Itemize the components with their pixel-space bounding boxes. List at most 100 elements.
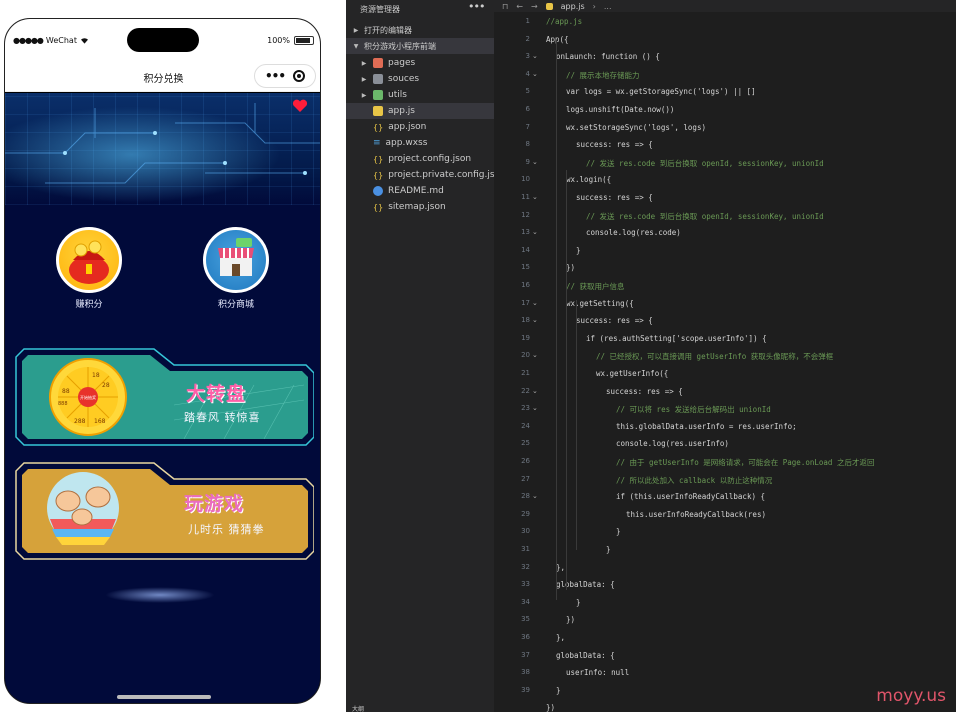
code-line[interactable]: } — [556, 686, 561, 695]
code-line[interactable]: } — [576, 598, 581, 607]
code-line[interactable]: userInfo: null — [566, 668, 629, 677]
code-line[interactable]: } — [576, 246, 581, 255]
fold-chevron-icon[interactable]: ⌄ — [532, 52, 538, 60]
tree-item-readme[interactable]: README.md — [346, 183, 494, 199]
tree-item-pages[interactable]: ▶ pages — [346, 55, 494, 71]
chevron-right-icon: ▶ — [361, 75, 367, 83]
chevron-right-icon: ▶ — [353, 26, 359, 34]
tree-item-utils[interactable]: ▶ utils — [346, 87, 494, 103]
code-line[interactable]: wx.getUserInfo({ — [596, 369, 668, 378]
code-line[interactable]: } — [616, 527, 621, 536]
code-line[interactable]: // 所以此处加入 callback 以防止这种情况 — [616, 475, 772, 486]
code-line[interactable]: success: res => { — [606, 387, 683, 396]
code-line[interactable]: // 发送 res.code 到后台换取 openId, sessionKey,… — [586, 158, 824, 169]
code-line[interactable]: // 发送 res.code 到后台换取 openId, sessionKey,… — [586, 211, 824, 222]
code-area[interactable]: 1//app.js 2 App({3 ⌄ onLaunch: function () {… — [494, 0, 956, 712]
red-envelope-icon[interactable] — [56, 227, 122, 293]
nav-bar: 积分兑换 ••• — [5, 63, 320, 92]
code-line[interactable]: App({ — [546, 35, 569, 44]
tree-item-app-json[interactable]: {} app.json — [346, 119, 494, 135]
explorer-title: 资源管理器 — [360, 5, 400, 14]
code-line[interactable]: globalData: { — [556, 651, 615, 660]
outline-section[interactable]: 大纲 — [346, 704, 494, 712]
fold-chevron-icon[interactable]: ⌄ — [532, 316, 538, 324]
close-mini-program-icon[interactable] — [292, 70, 305, 82]
code-line[interactable]: globalData: { — [556, 580, 615, 589]
tree-item-label: app.js — [388, 106, 415, 116]
fold-chevron-icon[interactable]: ⌄ — [532, 492, 538, 500]
prize-wheel-card[interactable]: 开始抽奖 18 28 88 888 288 168 大转盘 踏春风 转惊喜 — [14, 345, 314, 449]
line-number: 8 — [525, 140, 530, 149]
points-mall-label: 积分商城 — [217, 300, 254, 310]
code-line[interactable]: // 由于 getUserInfo 是网络请求，可能会在 Page.onLoad… — [616, 457, 874, 468]
line-number: 13 — [521, 228, 530, 237]
tree-item-app-js[interactable]: app.js — [346, 103, 494, 119]
code-line[interactable]: if (this.userInfoReadyCallback) { — [616, 492, 765, 501]
play-game-subtitle: 儿时乐 猜猜拳 — [188, 523, 265, 536]
mini-program-capsule[interactable]: ••• — [254, 64, 316, 88]
tree-item-souces[interactable]: ▶ souces — [346, 71, 494, 87]
fold-chevron-icon[interactable]: ⌄ — [532, 299, 538, 307]
code-line[interactable]: var logs = wx.getStorageSync('logs') || … — [566, 87, 756, 96]
fold-chevron-icon[interactable]: ⌄ — [532, 228, 538, 236]
code-line[interactable]: console.log(res.code) — [586, 228, 681, 237]
play-game-card[interactable]: 玩游戏 儿时乐 猜猜拳 — [14, 459, 314, 563]
explorer-more-icon[interactable]: ••• — [468, 0, 485, 13]
code-line[interactable]: this.globalData.userInfo = res.userInfo; — [616, 422, 797, 431]
code-line[interactable]: this.userInfoReadyCallback(res) — [626, 510, 766, 519]
line-number: 10 — [521, 175, 530, 184]
code-line[interactable]: success: res => { — [576, 193, 653, 202]
code-line[interactable]: }, — [556, 563, 565, 572]
tree-item-label: utils — [388, 90, 407, 100]
more-icon[interactable]: ••• — [265, 69, 286, 83]
chevron-right-icon: ▶ — [361, 91, 367, 99]
folder-icon — [373, 90, 383, 100]
code-line[interactable]: // 展示本地存储能力 — [566, 70, 640, 81]
open-editors-section[interactable]: ▶ 打开的编辑器 — [346, 22, 494, 38]
line-number: 16 — [521, 281, 530, 289]
code-line[interactable]: success: res => { — [576, 316, 653, 325]
code-line[interactable]: } — [606, 545, 611, 554]
code-line[interactable]: wx.setStorageSync('logs', logs) — [566, 123, 706, 132]
line-number: 18 — [521, 316, 530, 325]
open-editors-label: 打开的编辑器 — [364, 25, 412, 35]
fold-chevron-icon[interactable]: ⌄ — [532, 70, 538, 78]
shop-icon[interactable] — [203, 227, 269, 293]
code-line[interactable]: // 可以将 res 发送给后台解码出 unionId — [616, 404, 771, 415]
line-number: 36 — [521, 633, 530, 641]
fold-chevron-icon[interactable]: ⌄ — [532, 404, 538, 412]
code-line[interactable]: onLaunch: function () { — [556, 52, 660, 61]
red-envelope-art — [69, 240, 109, 284]
code-line[interactable]: if (res.authSetting['scope.userInfo']) { — [586, 334, 767, 343]
code-line[interactable]: }) — [566, 263, 575, 272]
tree-item-app-wxss[interactable]: ≡ app.wxss — [346, 135, 494, 151]
project-section[interactable]: ▼ 积分游戏小程序前端 — [346, 38, 494, 54]
earn-points-entry[interactable]: 赚积分 — [49, 227, 129, 310]
code-line[interactable]: }, — [556, 633, 565, 642]
line-number: 31 — [521, 545, 530, 553]
code-line[interactable]: // 获取用户信息 — [566, 281, 625, 292]
line-number: 2 — [525, 34, 530, 43]
line-number: 7 — [525, 122, 530, 131]
code-line[interactable]: // 已经授权，可以直接调用 getUserInfo 获取头像昵称，不会弹框 — [596, 351, 833, 362]
fold-chevron-icon[interactable]: ⌄ — [532, 158, 538, 166]
tree-item-project-config[interactable]: {} project.config.json — [346, 151, 494, 167]
home-indicator[interactable] — [117, 695, 211, 699]
tree-item-label: README.md — [388, 186, 444, 196]
fold-chevron-icon[interactable]: ⌄ — [532, 193, 538, 201]
code-line[interactable]: wx.login({ — [566, 175, 611, 184]
code-line[interactable]: }) — [566, 615, 575, 624]
tree-item-project-private-config[interactable]: {} project.private.config.js... — [346, 167, 503, 183]
code-line[interactable]: //app.js — [546, 17, 582, 26]
line-number: 6 — [525, 105, 530, 113]
fold-chevron-icon[interactable]: ⌄ — [532, 387, 538, 395]
code-line[interactable]: }) — [546, 703, 555, 712]
tree-item-sitemap[interactable]: {} sitemap.json — [346, 199, 494, 215]
code-editor[interactable]: ⊓ ← → app.js › ... 1//app.js 2 App({3 ⌄ onLa… — [494, 0, 956, 712]
code-line[interactable]: success: res => { — [576, 140, 653, 149]
fold-chevron-icon[interactable]: ⌄ — [532, 351, 538, 359]
favorite-heart-icon[interactable] — [292, 99, 308, 113]
points-mall-entry[interactable]: 积分商城 — [196, 227, 276, 310]
code-line[interactable]: logs.unshift(Date.now()) — [566, 105, 674, 114]
code-line[interactable]: console.log(res.userInfo) — [616, 439, 729, 448]
